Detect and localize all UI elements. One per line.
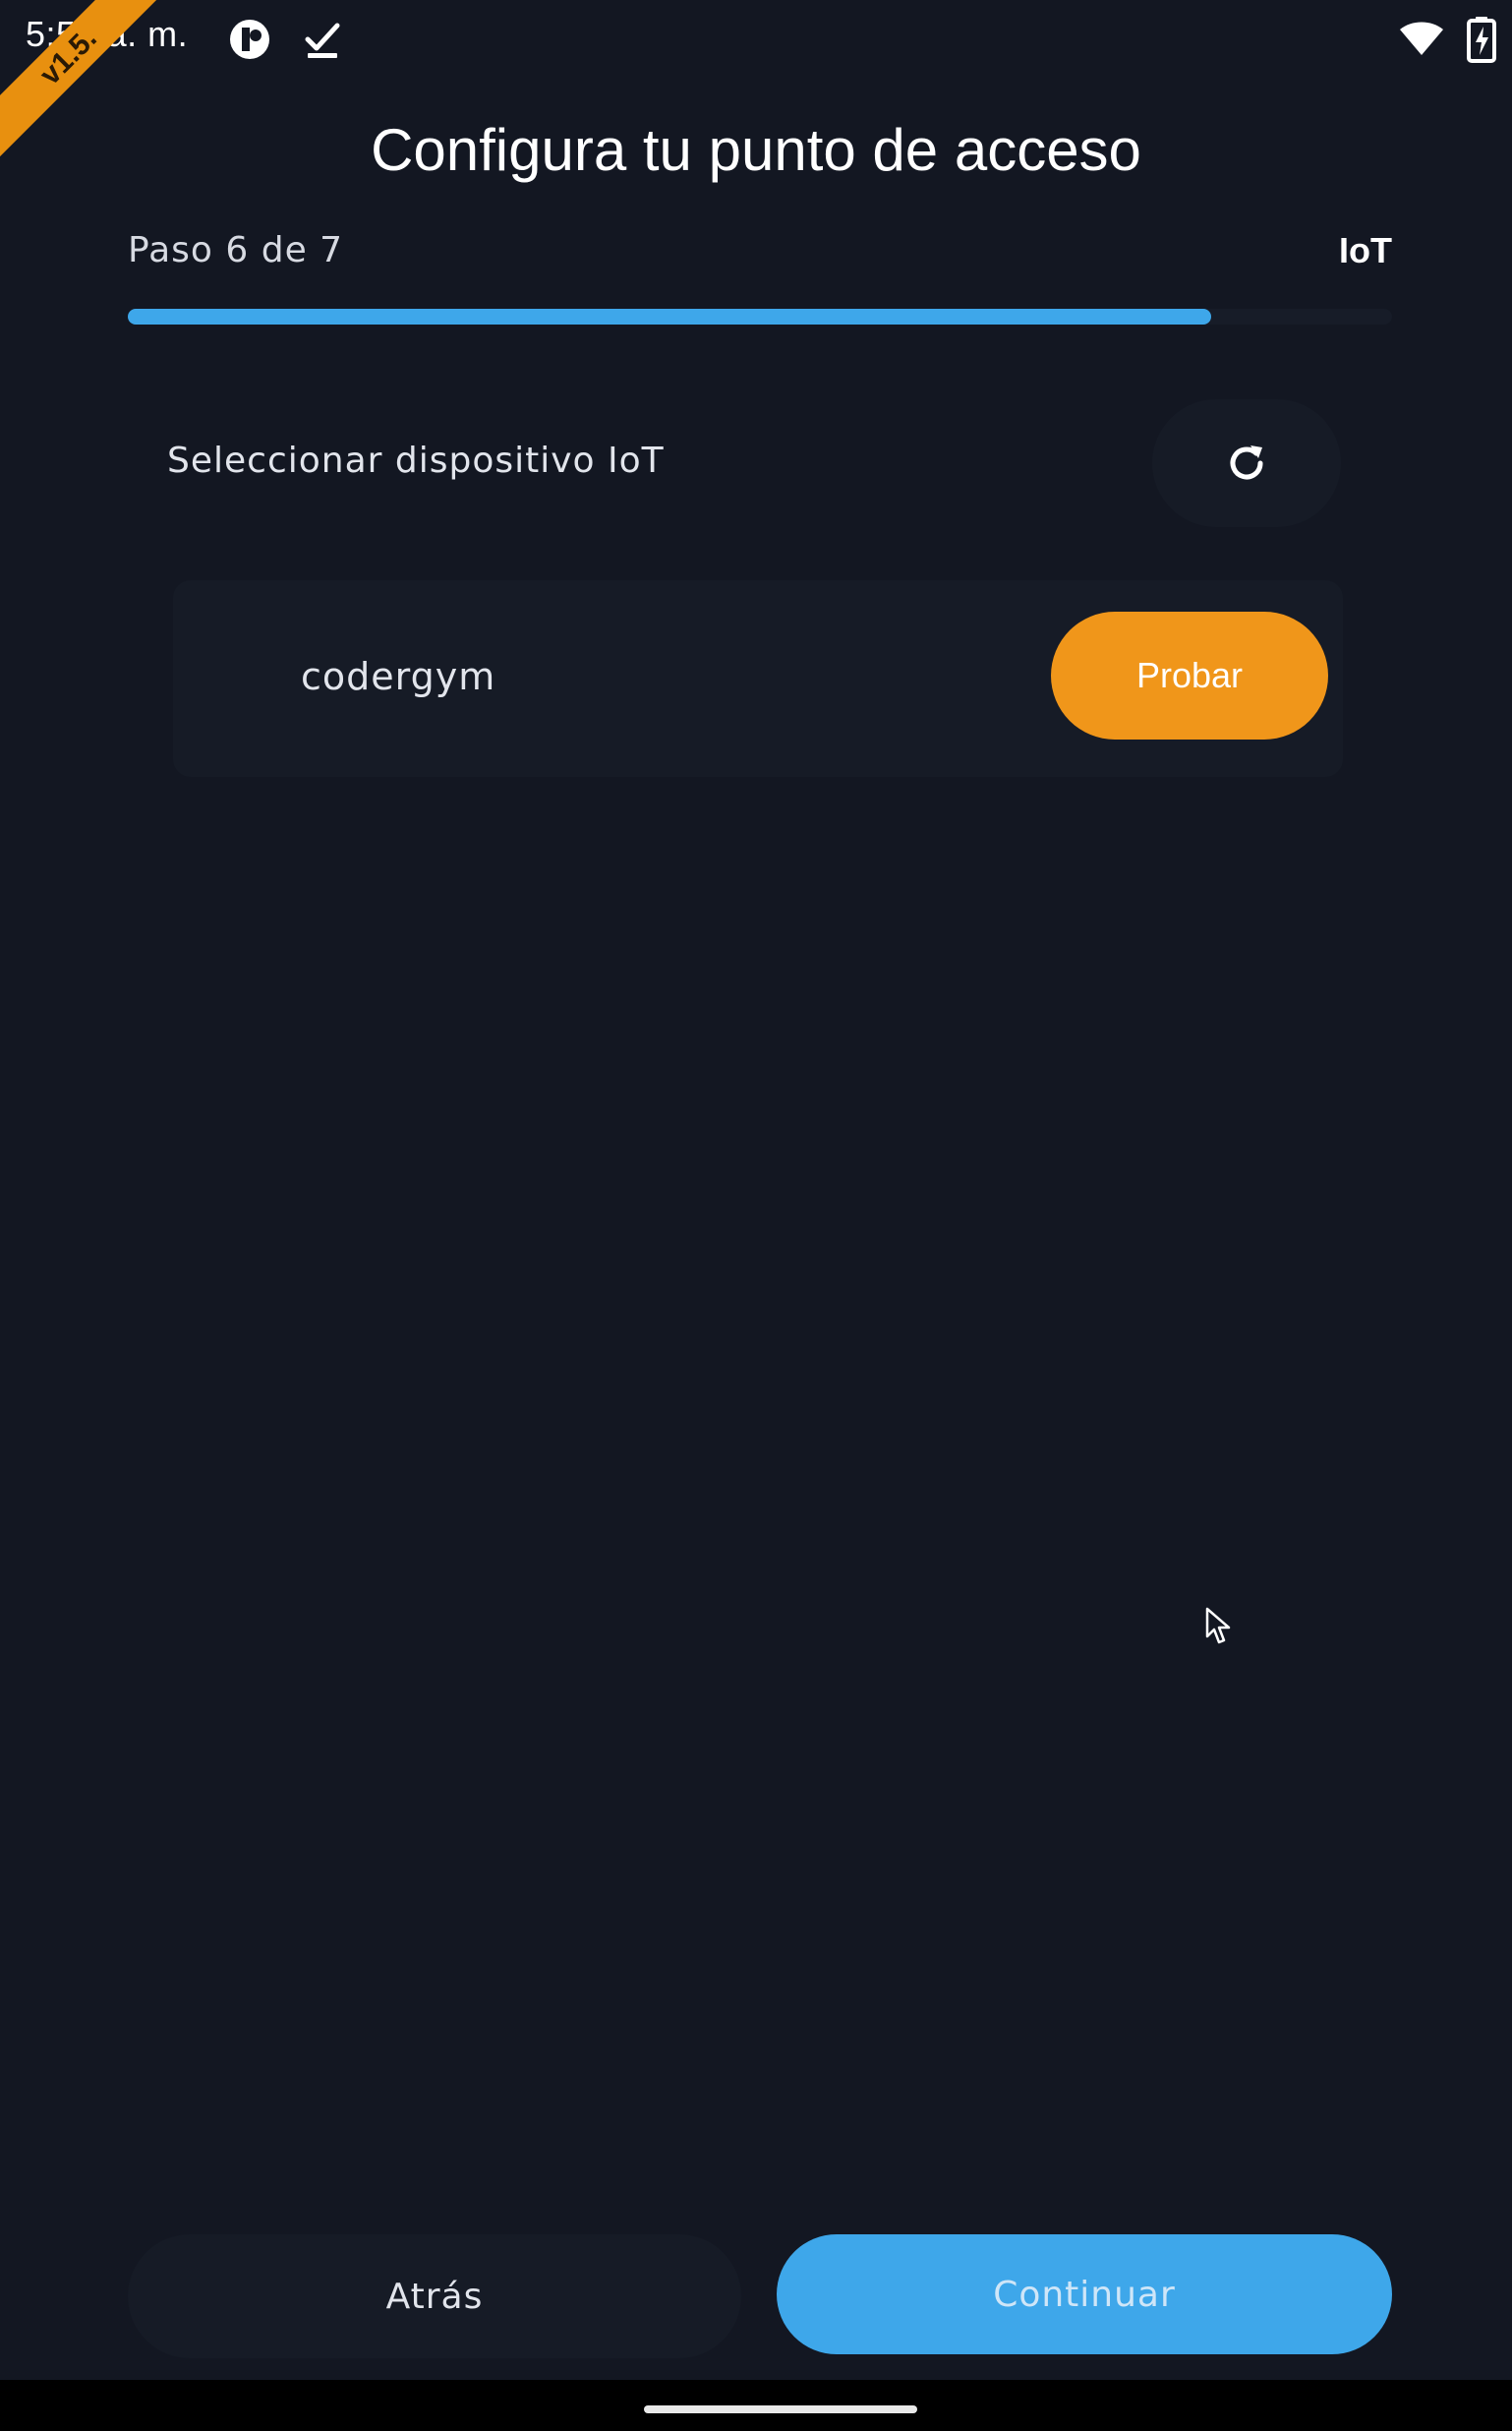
app-screen: 5:54 a. m.	[0, 0, 1512, 2431]
device-name: codergym	[301, 655, 496, 698]
wifi-icon	[1398, 16, 1445, 63]
progress-fill	[128, 309, 1212, 325]
step-tag: IoT	[1339, 230, 1392, 270]
download-done-icon	[299, 16, 346, 63]
test-device-button[interactable]: Probar	[1051, 612, 1328, 740]
progress-bar	[128, 309, 1392, 325]
battery-charging-icon	[1465, 16, 1498, 63]
device-list-item[interactable]: codergym Probar	[173, 580, 1343, 777]
continue-button[interactable]: Continuar	[777, 2234, 1392, 2354]
page-title: Configura tu punto de acceso	[371, 117, 1141, 183]
section-label: Seleccionar dispositivo IoT	[167, 441, 665, 481]
mouse-cursor-icon	[1205, 1607, 1233, 1646]
refresh-button[interactable]	[1152, 399, 1341, 527]
status-bar: 5:54 a. m.	[0, 0, 1512, 79]
refresh-icon	[1230, 445, 1263, 480]
system-navigation-bar	[0, 2380, 1512, 2431]
app-notification-icon	[226, 16, 273, 63]
back-button[interactable]: Atrás	[128, 2234, 741, 2358]
step-indicator: Paso 6 de 7	[128, 230, 344, 270]
home-gesture-handle[interactable]	[644, 2405, 917, 2413]
